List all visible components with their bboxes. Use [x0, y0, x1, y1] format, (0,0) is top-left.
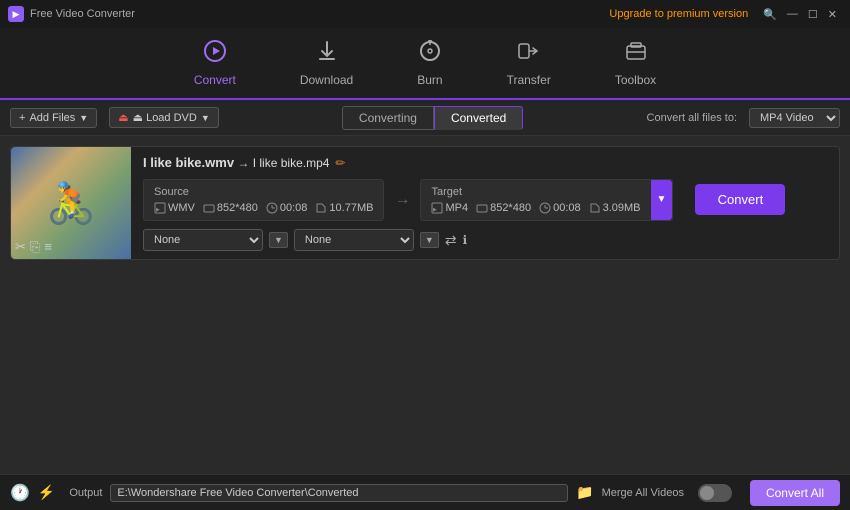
- target-format: ▶ MP4: [431, 202, 468, 214]
- nav-toolbox-label: Toolbox: [615, 73, 656, 87]
- convert-btn-area: Convert: [683, 176, 797, 223]
- title-left: ▶ Free Video Converter: [8, 6, 135, 22]
- merge-label: Merge All Videos: [602, 487, 684, 499]
- convert-all-label: Convert all files to:: [647, 112, 737, 124]
- app-logo: ▶: [8, 6, 24, 22]
- nav-download-label: Download: [300, 73, 353, 87]
- close-button[interactable]: ✕: [823, 6, 842, 23]
- add-files-button[interactable]: + Add Files ▼: [10, 108, 97, 128]
- lightning-icon[interactable]: ⚡: [38, 484, 55, 501]
- add-files-label: Add Files: [29, 112, 75, 124]
- title-bar: ▶ Free Video Converter Upgrade to premiu…: [0, 0, 850, 28]
- target-size-value: 3.09MB: [603, 202, 641, 214]
- target-duration: 00:08: [539, 202, 581, 214]
- nav-convert[interactable]: Convert: [182, 31, 248, 95]
- convert-button[interactable]: Convert: [695, 184, 785, 215]
- source-format: ▶ WMV: [154, 202, 195, 214]
- target-dropdown-button[interactable]: ▼: [651, 180, 673, 220]
- toolbar: + Add Files ▼ ⏏ ⏏ Load DVD ▼ Converting …: [0, 100, 850, 136]
- target-resolution: 852*480: [476, 202, 531, 214]
- source-duration: 00:08: [266, 202, 308, 214]
- nav-convert-label: Convert: [194, 73, 236, 87]
- tab-converting[interactable]: Converting: [342, 106, 434, 130]
- file-info: I like bike.wmv → I like bike.mp4 ✏ Sour…: [131, 147, 839, 259]
- transfer-icon: [517, 39, 541, 69]
- format-select[interactable]: MP4 Video AVI Video MOV Video: [749, 108, 840, 128]
- svg-text:▶: ▶: [433, 207, 437, 213]
- nav-burn[interactable]: Burn: [405, 31, 454, 95]
- nav-transfer[interactable]: Transfer: [495, 31, 563, 95]
- target-resolution-value: 852*480: [490, 202, 531, 214]
- target-box-wrapper: Target ▶ MP4 852*480: [420, 179, 673, 221]
- dvd-icon: ⏏: [118, 111, 128, 124]
- source-target-row: Source ▶ WMV 852*480 00:08: [143, 176, 827, 223]
- thumbnail-area: ✂ ⎘ ≡: [11, 147, 131, 259]
- load-dvd-button[interactable]: ⏏ ⏏ Load DVD ▼: [109, 107, 219, 128]
- output-label: Output: [69, 487, 102, 499]
- effect1-select[interactable]: None: [143, 229, 263, 251]
- nav-burn-label: Burn: [417, 73, 442, 87]
- merge-arrows-icon[interactable]: ⇄: [445, 232, 457, 249]
- output-path-input[interactable]: [110, 484, 568, 502]
- source-details: ▶ WMV 852*480 00:08 1: [154, 202, 373, 214]
- target-details: ▶ MP4 852*480 00:08: [431, 202, 640, 214]
- burn-icon: [418, 39, 442, 69]
- app-title: Free Video Converter: [30, 8, 135, 20]
- restore-button[interactable]: ☐: [803, 6, 823, 23]
- target-size: 3.09MB: [589, 202, 641, 214]
- effect2-dropdown-arrow[interactable]: ▼: [420, 232, 439, 248]
- convert-all-button[interactable]: Convert All: [750, 480, 840, 506]
- download-icon: [315, 39, 339, 69]
- list-icon[interactable]: ≡: [44, 239, 52, 255]
- edit-filename-icon[interactable]: ✏: [335, 156, 345, 170]
- folder-icon[interactable]: 📁: [576, 484, 593, 501]
- source-format-value: WMV: [168, 202, 195, 214]
- footer: 🕐 ⚡ Output 📁 Merge All Videos Convert Al…: [0, 474, 850, 510]
- nav-bar: Convert Download Burn: [0, 28, 850, 100]
- load-dvd-dropdown-arrow[interactable]: ▼: [201, 113, 210, 123]
- target-title: Target: [431, 186, 640, 198]
- effect1-dropdown-arrow[interactable]: ▼: [269, 232, 288, 248]
- add-files-dropdown-arrow[interactable]: ▼: [79, 113, 88, 123]
- source-box: Source ▶ WMV 852*480 00:08: [143, 179, 384, 221]
- file-row: ✂ ⎘ ≡ I like bike.wmv → I like bike.mp4 …: [10, 146, 840, 260]
- merge-toggle[interactable]: [698, 484, 732, 502]
- target-format-value: MP4: [445, 202, 468, 214]
- source-duration-value: 00:08: [280, 202, 308, 214]
- main-content: ✂ ⎘ ≡ I like bike.wmv → I like bike.mp4 …: [0, 136, 850, 474]
- source-size: 10.77MB: [315, 202, 373, 214]
- nav-toolbox[interactable]: Toolbox: [603, 31, 668, 95]
- tab-converted[interactable]: Converted: [434, 106, 523, 130]
- history-icon[interactable]: 🕐: [10, 483, 30, 503]
- file-name: I like bike.wmv: [143, 155, 234, 170]
- copy-icon[interactable]: ⎘: [30, 239, 40, 255]
- cut-icon[interactable]: ✂: [15, 239, 26, 255]
- source-size-value: 10.77MB: [329, 202, 373, 214]
- tabs-area: Converting Converted: [231, 106, 635, 130]
- source-resolution-value: 852*480: [217, 202, 258, 214]
- minimize-button[interactable]: —: [782, 6, 803, 22]
- effect-row: None ▼ None ▼ ⇄ ℹ: [143, 229, 827, 251]
- target-box: Target ▶ MP4 852*480: [421, 180, 650, 220]
- source-resolution: 852*480: [203, 202, 258, 214]
- thumb-controls: ✂ ⎘ ≡: [15, 239, 52, 255]
- nav-download[interactable]: Download: [288, 31, 365, 95]
- effect2-select[interactable]: None: [294, 229, 414, 251]
- upgrade-link[interactable]: Upgrade to premium version: [609, 8, 748, 20]
- load-dvd-label: ⏏ Load DVD: [133, 111, 197, 124]
- arrow-right-icon: →: [394, 191, 410, 209]
- search-icon[interactable]: 🔍: [758, 6, 782, 23]
- target-duration-value: 00:08: [553, 202, 581, 214]
- plus-icon: +: [19, 112, 25, 124]
- svg-text:▶: ▶: [156, 207, 160, 213]
- target-file-name: I like bike.mp4: [253, 156, 330, 170]
- toolbox-icon: [624, 39, 648, 69]
- source-title: Source: [154, 186, 373, 198]
- info-icon[interactable]: ℹ: [463, 233, 468, 247]
- convert-icon: [203, 39, 227, 69]
- nav-transfer-label: Transfer: [507, 73, 551, 87]
